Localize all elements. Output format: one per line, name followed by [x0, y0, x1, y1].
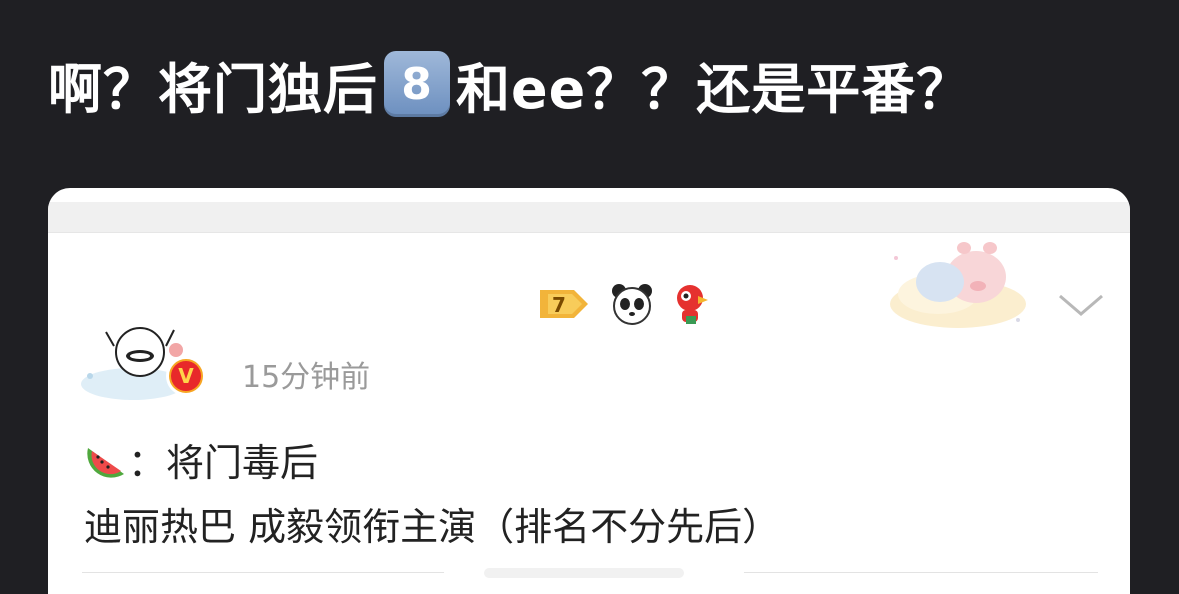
post-timestamp: 15分钟前	[242, 360, 371, 395]
post-line-1-text: ：将门毒后	[128, 441, 319, 485]
pig-cloud-decoration-icon	[890, 242, 1026, 328]
user-badges: 7	[538, 282, 710, 326]
post-line-1: ：将门毒后	[84, 432, 318, 487]
horizontal-scroll-indicator	[444, 566, 744, 580]
number-8-badge: 8	[384, 51, 450, 117]
post-line-2: 迪丽热巴 成毅领衔主演（排名不分先后）	[84, 505, 781, 549]
svg-text:7: 7	[552, 293, 566, 317]
parrot-icon	[677, 285, 708, 324]
screenshot-page: 啊？将门独后 8 和ee？？还是平番？ 7 V 15分钟前 ：将门毒后 迪丽热巴…	[0, 0, 1179, 594]
headline-part-2: 和ee？？还是平番？	[456, 57, 972, 121]
chevron-down-icon[interactable]	[1056, 290, 1106, 320]
headline-part-1: 啊？将门独后	[48, 57, 378, 121]
watermelon-icon	[87, 447, 124, 478]
verified-badge-icon: V	[166, 356, 206, 396]
panda-icon	[612, 284, 652, 325]
level-arrow-icon: 7	[540, 290, 588, 318]
weibo-post-card: 7 V 15分钟前 ：将门毒后 迪丽热巴 成毅领衔主演（排名不分先后）	[48, 188, 1130, 594]
card-top-strip	[48, 202, 1130, 233]
headline: 啊？将门独后 8 和ee？？还是平番？	[48, 44, 971, 124]
